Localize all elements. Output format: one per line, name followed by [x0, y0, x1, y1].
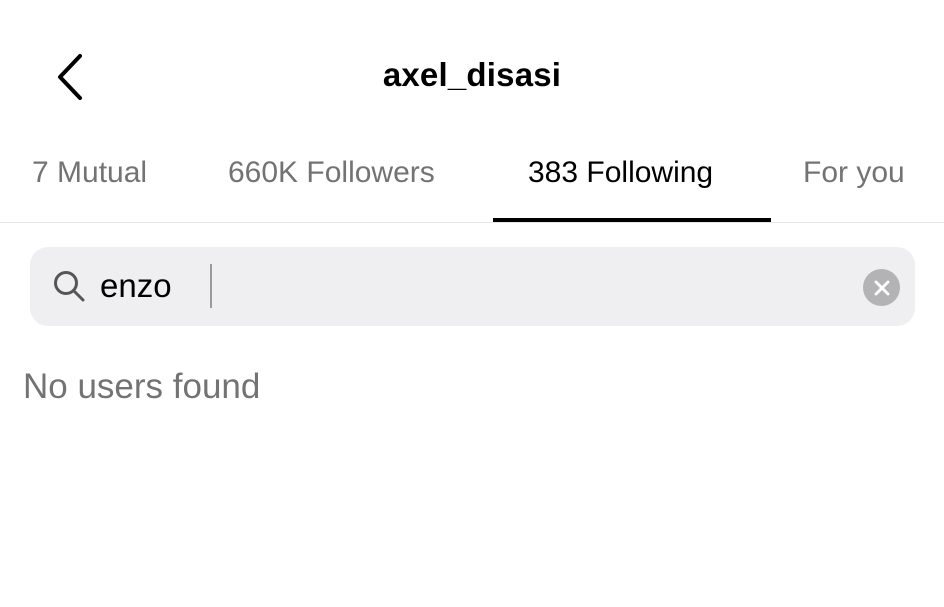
text-cursor	[210, 264, 212, 308]
tab-label: 383 Following	[528, 156, 714, 189]
tab-label: 660K Followers	[228, 156, 435, 189]
search-icon	[54, 271, 85, 302]
header: axel_disasi	[0, 0, 944, 130]
search-bar[interactable]	[30, 247, 915, 326]
tab-mutual[interactable]: 7 Mutual	[32, 156, 147, 222]
clear-search-button[interactable]	[863, 269, 900, 306]
tab-following[interactable]: 383 Following	[528, 156, 713, 222]
close-icon	[874, 280, 889, 295]
active-tab-indicator	[493, 218, 771, 222]
tab-for-you[interactable]: For you	[803, 156, 905, 222]
tab-label: 7 Mutual	[32, 156, 148, 189]
page-title: axel_disasi	[382, 56, 562, 93]
tab-label: For you	[803, 156, 905, 189]
empty-results-message: No users found	[23, 367, 261, 406]
tab-bar: 7 Mutual 660K Followers 383 Following Fo…	[0, 140, 944, 223]
tab-followers[interactable]: 660K Followers	[228, 156, 435, 222]
